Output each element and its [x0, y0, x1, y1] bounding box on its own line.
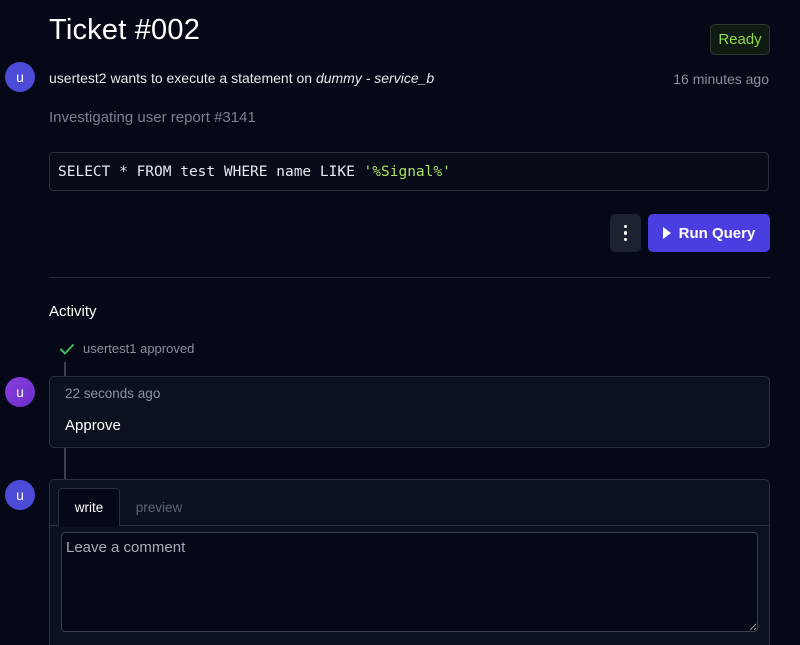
editor-tab-bar: write preview	[50, 480, 769, 527]
tab-preview[interactable]: preview	[126, 488, 192, 526]
approval-event: usertest1 approved	[83, 341, 195, 356]
request-action-text: wants to execute a statement on	[106, 70, 316, 86]
timeline-connector	[64, 448, 66, 479]
kebab-menu-icon-dot	[623, 237, 628, 242]
comment-card: 22 seconds ago Approve	[49, 376, 770, 448]
avatar-initial: u	[16, 487, 24, 503]
request-timestamp: 16 minutes ago	[673, 71, 769, 87]
kebab-menu-icon	[623, 224, 628, 229]
run-query-button[interactable]: Run Query	[648, 214, 770, 252]
query-statement[interactable]: SELECT * FROM test WHERE name LIKE '%Sig…	[49, 152, 769, 191]
activity-heading: Activity	[49, 303, 97, 320]
run-query-label: Run Query	[678, 224, 756, 242]
query-string-literal: '%Signal%'	[363, 163, 451, 180]
request-summary: usertest2 wants to execute a statement o…	[49, 70, 434, 86]
comment-editor: write preview	[49, 479, 770, 645]
current-user-avatar: u	[5, 480, 35, 510]
request-target: dummy - service_b	[315, 70, 435, 86]
timeline-connector	[64, 362, 66, 376]
avatar-initial: u	[16, 384, 24, 400]
requester-avatar: u	[5, 62, 35, 92]
check-icon	[60, 344, 74, 355]
requester-name: usertest2	[49, 70, 107, 86]
play-icon	[662, 227, 671, 239]
tab-write[interactable]: write	[58, 488, 120, 527]
section-divider	[49, 277, 770, 278]
comment-timestamp: 22 seconds ago	[65, 386, 161, 401]
page-title: Ticket #002	[49, 14, 201, 46]
ticket-page: Ticket #002 Ready u usertest2 wants to e…	[0, 0, 800, 645]
avatar-initial: u	[16, 69, 24, 85]
more-options-button[interactable]	[610, 214, 641, 252]
comment-input[interactable]	[61, 532, 758, 632]
ticket-description: Investigating user report #3141	[49, 109, 256, 126]
comment-body: Approve	[65, 417, 121, 434]
kebab-menu-icon-dot	[623, 231, 628, 235]
query-text: SELECT * FROM test WHERE name LIKE	[58, 163, 364, 180]
commenter-avatar: u	[5, 377, 35, 407]
status-badge: Ready	[710, 24, 770, 55]
